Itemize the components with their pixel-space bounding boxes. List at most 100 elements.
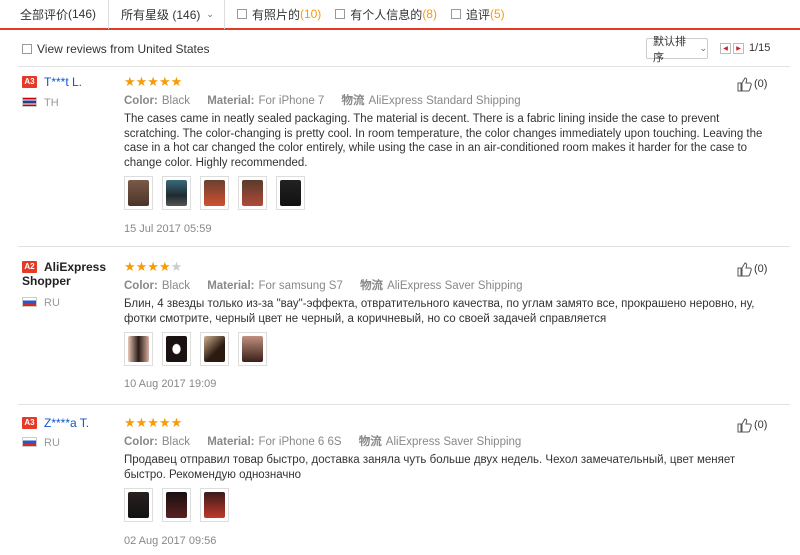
flag-icon bbox=[22, 437, 37, 447]
helpful-button[interactable]: (0) bbox=[736, 261, 767, 277]
divider bbox=[18, 66, 790, 67]
filter-followup[interactable]: 追评 (5) bbox=[450, 6, 505, 23]
shipping-label: 物流 bbox=[341, 95, 365, 107]
flag-icon bbox=[22, 297, 37, 307]
review-item: A2 AliExpress Shopper RU ★★★★★ Color: Bla… bbox=[0, 260, 800, 400]
review-text: The cases came in neatly sealed packagin… bbox=[124, 113, 763, 169]
review-meta: Color: Black Material: For iPhone 7 物流 AliE… bbox=[124, 92, 521, 108]
color-value: Black bbox=[161, 436, 190, 448]
material-label: Material: bbox=[207, 95, 255, 107]
star-rating: ★★★★★ bbox=[124, 260, 182, 274]
divider bbox=[18, 404, 790, 405]
review-date: 02 Aug 2017 09:56 bbox=[124, 535, 217, 547]
review-photo-thumbnail[interactable] bbox=[238, 176, 267, 210]
filter-with-info-label: 有个人信息的 bbox=[350, 7, 423, 22]
filter-with-photos-label: 有照片的 bbox=[251, 7, 300, 22]
review-text: Блин, 4 звезды только из-за "вау"-эффект… bbox=[124, 298, 755, 325]
helpful-button[interactable]: (0) bbox=[736, 76, 767, 92]
reviewer-name[interactable]: Z****a T. bbox=[44, 416, 89, 430]
review-photos bbox=[124, 176, 314, 210]
review-filter-bar: 全部评价 (146) 所有星级 (146) ⌄ 有照片的 (10) 有个人信息的… bbox=[0, 0, 800, 30]
filter-followup-label: 追评 bbox=[465, 7, 490, 22]
prev-page-button[interactable]: ◀ bbox=[720, 42, 731, 54]
chevron-down-icon: ⌄ bbox=[699, 43, 707, 53]
review-date: 10 Aug 2017 19:09 bbox=[124, 378, 217, 390]
review-meta: Color: Black Material: For samsung S7 物流 Al… bbox=[124, 277, 523, 293]
filter-us-reviews[interactable]: View reviews from United States bbox=[22, 42, 210, 56]
review-item: A3 T***t L. TH ★★★★★ Color: Black Materia… bbox=[0, 75, 800, 240]
review-photo-thumbnail[interactable] bbox=[124, 176, 153, 210]
helpful-count: (0) bbox=[754, 78, 768, 90]
filter-us-label: View reviews from United States bbox=[37, 42, 210, 56]
helpful-button[interactable]: (0) bbox=[736, 417, 767, 433]
shipping-label: 物流 bbox=[358, 436, 382, 448]
color-label: Color: bbox=[124, 436, 158, 448]
stars-filled: ★★★★★ bbox=[124, 74, 183, 89]
divider bbox=[18, 246, 790, 247]
checkbox[interactable] bbox=[22, 44, 32, 54]
pagination: ◀ ▶ 1/15 bbox=[720, 42, 770, 54]
shipping-label: 物流 bbox=[360, 280, 384, 292]
review-photo-thumbnail[interactable] bbox=[162, 488, 191, 522]
material-label: Material: bbox=[207, 436, 255, 448]
all-reviews-label: 全部评价 bbox=[20, 7, 69, 22]
helpful-count: (0) bbox=[754, 419, 768, 431]
review-photo-thumbnail[interactable] bbox=[124, 332, 153, 366]
reviewer-country: TH bbox=[44, 97, 59, 109]
star-rating: ★★★★★ bbox=[124, 75, 182, 89]
stars-filled: ★★★★ bbox=[124, 259, 171, 274]
shipping-value: AliExpress Saver Shipping bbox=[387, 280, 523, 292]
review-item: A3 Z****a T. RU ★★★★★ Color: Black Materi… bbox=[0, 416, 800, 551]
review-photo-thumbnail[interactable] bbox=[124, 488, 153, 522]
shipping-value: AliExpress Saver Shipping bbox=[385, 436, 522, 448]
color-value: Black bbox=[161, 280, 190, 292]
review-photos bbox=[124, 332, 276, 366]
filter-with-info-count: (8) bbox=[422, 7, 437, 21]
review-photo-thumbnail[interactable] bbox=[162, 332, 191, 366]
thumbs-up-icon bbox=[737, 262, 752, 277]
buyer-level-badge: A3 bbox=[22, 76, 37, 88]
review-photo-thumbnail[interactable] bbox=[162, 176, 191, 210]
helpful-count: (0) bbox=[754, 263, 768, 275]
stars-empty: ★ bbox=[170, 259, 183, 274]
color-label: Color: bbox=[124, 280, 158, 292]
next-page-button[interactable]: ▶ bbox=[733, 42, 744, 54]
thumbs-up-icon bbox=[737, 77, 752, 92]
chevron-down-icon: ⌄ bbox=[206, 8, 214, 19]
review-photos bbox=[124, 488, 238, 522]
filter-with-info[interactable]: 有个人信息的 (8) bbox=[335, 6, 437, 23]
filter-followup-count: (5) bbox=[490, 7, 505, 21]
checkbox[interactable] bbox=[450, 9, 461, 19]
reviewer-name[interactable]: T***t L. bbox=[44, 75, 82, 89]
buyer-level-badge: A3 bbox=[22, 417, 37, 429]
review-photo-thumbnail[interactable] bbox=[238, 332, 267, 366]
sort-select[interactable]: 默认排序 ⌄ bbox=[646, 36, 708, 64]
star-filter-select[interactable]: 所有星级 (146) ⌄ bbox=[121, 0, 225, 29]
checkbox[interactable] bbox=[236, 9, 247, 19]
stars-filled: ★★★★★ bbox=[124, 415, 183, 430]
thumbs-up-icon bbox=[737, 418, 752, 433]
filter-with-photos-count: (10) bbox=[299, 7, 322, 21]
star-rating: ★★★★★ bbox=[124, 416, 182, 430]
review-meta: Color: Black Material: For iPhone 6 6S 物流 A… bbox=[124, 433, 521, 449]
review-photo-thumbnail[interactable] bbox=[200, 332, 229, 366]
review-date: 15 Jul 2017 05:59 bbox=[124, 223, 212, 235]
material-value: For samsung S7 bbox=[258, 280, 343, 292]
filter-with-photos[interactable]: 有照片的 (10) bbox=[236, 6, 322, 23]
tab-all-reviews[interactable]: 全部评价 (146) bbox=[0, 0, 110, 29]
review-photo-thumbnail[interactable] bbox=[200, 176, 229, 210]
review-options-bar: View reviews from United States 默认排序 ⌄ ◀… bbox=[0, 36, 800, 64]
page-info: 1/15 bbox=[749, 42, 771, 54]
review-text: Продавец отправил товар быстро, доставка… bbox=[124, 454, 736, 481]
reviewer-country: RU bbox=[44, 297, 60, 309]
checkbox[interactable] bbox=[335, 9, 346, 19]
color-value: Black bbox=[161, 95, 190, 107]
review-photo-thumbnail[interactable] bbox=[276, 176, 305, 210]
shipping-value: AliExpress Standard Shipping bbox=[368, 95, 521, 107]
material-value: For iPhone 7 bbox=[258, 95, 325, 107]
material-value: For iPhone 6 6S bbox=[258, 436, 342, 448]
review-photo-thumbnail[interactable] bbox=[200, 488, 229, 522]
sort-value: 默认排序 bbox=[653, 35, 686, 64]
reviewer-name[interactable]: AliExpress Shopper bbox=[22, 260, 106, 288]
material-label: Material: bbox=[207, 280, 255, 292]
